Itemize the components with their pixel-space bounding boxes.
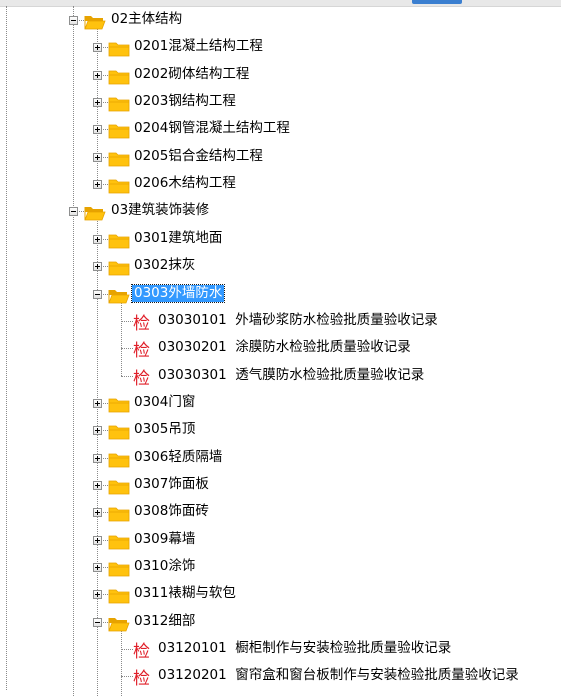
tree-item-n0306[interactable]: 0306轻质隔墙 xyxy=(132,449,224,466)
folder-icon xyxy=(108,451,130,468)
folder-open-icon xyxy=(108,287,130,304)
tree-item-n02[interactable]: 02主体结构 xyxy=(109,11,184,28)
folder-icon xyxy=(108,396,130,413)
expand-plus-icon[interactable] xyxy=(93,508,102,518)
folder-icon xyxy=(108,259,130,276)
folder-icon xyxy=(108,122,130,139)
tree-item-n0311[interactable]: 0311裱糊与软包 xyxy=(132,585,238,602)
inspection-record-icon: 检 xyxy=(133,642,150,663)
tree-record-n03120101[interactable]: 03120101 橱柜制作与安装检验批质量验收记录 xyxy=(156,640,453,657)
tree-record-n03120201[interactable]: 03120201 窗帘盒和窗台板制作与安装检验批质量验收记录 xyxy=(156,667,521,684)
expand-plus-icon[interactable] xyxy=(93,70,102,80)
tree-record-n03030301[interactable]: 03030301 透气膜防水检验批质量验收记录 xyxy=(156,367,426,384)
tree-item-n0312[interactable]: 0312细部 xyxy=(132,613,197,630)
tree-guide-line-level3 xyxy=(121,299,122,376)
toolbar-button[interactable] xyxy=(412,0,462,4)
tree-connector xyxy=(121,375,133,377)
expand-plus-icon[interactable] xyxy=(93,43,102,53)
folder-icon xyxy=(108,478,130,495)
expand-plus-icon[interactable] xyxy=(93,590,102,600)
tree-item-n0202[interactable]: 0202砌体结构工程 xyxy=(132,66,251,83)
folder-open-icon xyxy=(108,615,130,632)
folder-icon xyxy=(108,40,130,57)
tree-connector xyxy=(121,676,133,678)
folder-icon xyxy=(108,68,130,85)
folder-icon xyxy=(108,587,130,604)
expand-plus-icon[interactable] xyxy=(93,426,102,436)
tree-guide-line-level3 xyxy=(121,627,122,696)
collapse-minus-icon[interactable] xyxy=(93,289,102,299)
tree-item-n03[interactable]: 03建筑装饰装修 xyxy=(109,202,211,219)
expand-plus-icon[interactable] xyxy=(93,152,102,162)
inspection-record-icon: 检 xyxy=(133,669,150,690)
collapse-minus-icon[interactable] xyxy=(93,617,102,627)
folder-icon xyxy=(108,505,130,522)
tree-item-n0304[interactable]: 0304门窗 xyxy=(132,394,197,411)
tree-item-n0203[interactable]: 0203钢结构工程 xyxy=(132,93,238,110)
expand-plus-icon[interactable] xyxy=(93,535,102,545)
expand-plus-icon[interactable] xyxy=(93,563,102,572)
tree-connector xyxy=(121,320,133,322)
folder-icon xyxy=(108,177,130,194)
folder-open-icon xyxy=(84,13,106,30)
expand-plus-icon[interactable] xyxy=(93,98,102,108)
folder-icon xyxy=(108,533,130,550)
tree-guide-line-level1 xyxy=(73,6,74,696)
tree-item-n0308[interactable]: 0308饰面砖 xyxy=(132,503,211,520)
folder-icon xyxy=(108,232,130,249)
tree-item-n0310[interactable]: 0310涂饰 xyxy=(132,558,197,575)
expand-plus-icon[interactable] xyxy=(93,398,102,408)
tree-record-n03030201[interactable]: 03030201 涂膜防水检验批质量验收记录 xyxy=(156,339,413,356)
tree-connector xyxy=(121,649,133,651)
tree-record-n03030101[interactable]: 03030101 外墙砂浆防水检验批质量验收记录 xyxy=(156,312,440,329)
expand-plus-icon[interactable] xyxy=(93,480,102,490)
folder-icon xyxy=(108,95,130,112)
folder-open-icon xyxy=(84,204,106,221)
tree-item-n0302[interactable]: 0302抹灰 xyxy=(132,257,197,274)
document-tree: 02主体结构 0201混凝土结构工程 0202砌体结构工程 0203钢结构工程 0204… xyxy=(0,6,561,696)
expand-plus-icon[interactable] xyxy=(93,262,102,272)
folder-icon xyxy=(108,423,130,440)
folder-icon xyxy=(108,560,130,577)
expand-plus-icon[interactable] xyxy=(93,453,102,463)
expand-plus-icon[interactable] xyxy=(93,234,102,244)
inspection-record-icon: 检 xyxy=(133,313,150,334)
inspection-record-icon: 检 xyxy=(133,368,150,389)
tree-item-n0307[interactable]: 0307饰面板 xyxy=(132,476,211,493)
tree-item-n0305[interactable]: 0305吊顶 xyxy=(132,421,197,438)
expand-plus-icon[interactable] xyxy=(93,180,102,190)
tree-item-n0205[interactable]: 0205铝合金结构工程 xyxy=(132,148,265,165)
tree-item-n0201[interactable]: 0201混凝土结构工程 xyxy=(132,38,265,55)
tree-item-n0301[interactable]: 0301建筑地面 xyxy=(132,230,224,247)
folder-icon xyxy=(108,150,130,167)
tree-item-n0303[interactable]: 0303外墙防水 xyxy=(130,283,226,303)
tree-item-n0309[interactable]: 0309幕墙 xyxy=(132,531,197,548)
tree-item-n0206[interactable]: 0206木结构工程 xyxy=(132,175,238,192)
expand-plus-icon[interactable] xyxy=(93,125,102,135)
tree-connector xyxy=(121,348,133,350)
collapse-minus-icon[interactable] xyxy=(69,16,78,25)
tree-item-n0204[interactable]: 0204钢管混凝土结构工程 xyxy=(132,120,292,137)
collapse-minus-icon[interactable] xyxy=(69,207,78,217)
inspection-record-icon: 检 xyxy=(133,341,150,362)
